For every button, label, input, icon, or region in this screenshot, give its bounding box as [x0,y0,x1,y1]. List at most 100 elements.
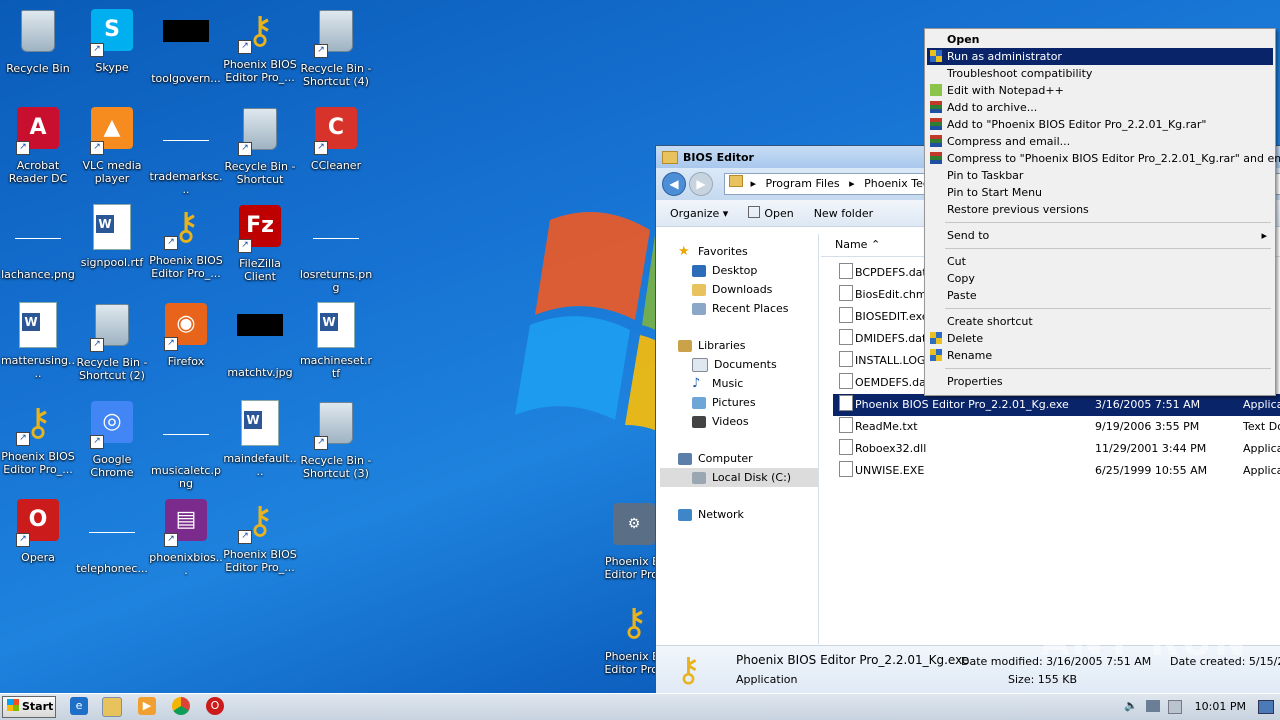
context-menu-item[interactable]: Compress and email... [927,133,1273,150]
desktop-icon[interactable]: O ↗ Opera [0,496,76,564]
context-menu-item[interactable]: Copy [927,270,1273,287]
desktop-icon[interactable]: Fz ↗ FileZilla Client [222,202,298,283]
desktop-icon[interactable]: ▤ ↗ phoenixbios... [148,496,224,577]
desktop-icon[interactable]: signpool.rtf [74,202,150,269]
context-menu-item[interactable]: Restore previous versions [927,201,1273,218]
context-menu-item[interactable]: Create shortcut [927,313,1273,330]
context-menu-item[interactable]: Compress to "Phoenix BIOS Editor Pro_2.2… [927,150,1280,167]
desktop-icon[interactable]: S ↗ Skype [74,6,150,74]
network-tray-icon[interactable] [1146,700,1160,712]
new-folder-button[interactable]: New folder [814,207,873,220]
context-menu-item[interactable]: Send to ▸ [927,227,1273,244]
back-button[interactable]: ◀ [662,172,686,196]
context-menu-item[interactable]: Cut [927,253,1273,270]
clock[interactable]: 10:01 PM [1195,700,1246,713]
music-icon: ♪ [692,375,701,391]
sort-up-icon: ⌃ [870,238,881,251]
context-menu-item[interactable]: Paste [927,287,1273,304]
desktop-icon-label: matterusing.... [0,354,76,380]
desktop-icon[interactable]: ↗ Recycle Bin - Shortcut [222,104,298,186]
menu-separator [945,248,1271,249]
desktop-icon[interactable]: trademarksc... [148,104,224,196]
nav-documents[interactable]: Documents [660,355,818,374]
desktop-icon[interactable]: ↗ Recycle Bin - Shortcut (4) [298,6,374,88]
recycle-bin-icon: ↗ [312,402,360,450]
desktop-icon[interactable]: ⚷ ↗ Phoenix BIOS Editor Pro_... [222,496,298,574]
desktop-icon[interactable]: telephonec... [74,496,150,575]
start-button[interactable]: Start [2,696,56,718]
nav-local-disk[interactable]: Local Disk (C:) [660,468,818,487]
show-desktop-icon[interactable] [1258,700,1274,714]
desktop-icon-label: Google Chrome [90,453,134,479]
internet-explorer-icon[interactable]: e [70,697,88,715]
file-row[interactable]: Phoenix BIOS Editor Pro_2.2.01_Kg.exe 3/1… [833,394,1280,416]
context-menu-item[interactable]: Rename [927,347,1273,364]
shortcut-arrow-icon: ↗ [238,142,252,156]
chevron-right-icon[interactable]: ▸ [849,177,855,190]
context-menu-item[interactable]: Pin to Start Menu [927,184,1273,201]
context-menu-item[interactable]: Delete [927,330,1273,347]
desktop-icon[interactable]: C ↗ CCleaner [298,104,374,172]
open-button[interactable]: Open [748,206,794,220]
context-menu-item[interactable]: Add to "Phoenix BIOS Editor Pro_2.2.01_K… [927,116,1273,133]
desktop-icon[interactable]: ↗ Recycle Bin - Shortcut (2) [74,300,150,382]
file-row[interactable]: ReadMe.txt 9/19/2006 3:55 PM Text Documer [833,416,1280,438]
desktop-icon[interactable]: matterusing.... [0,300,76,380]
file-row[interactable]: UNWISE.EXE 6/25/1999 10:55 AM Application [833,460,1280,482]
desktop-icon[interactable]: ⚷ ↗ Phoenix BIOS Editor Pro_... [222,6,298,84]
nav-music[interactable]: ♪ Music [660,374,818,393]
desktop-icon[interactable]: toolgovern... [148,6,224,85]
context-menu-item[interactable]: Add to archive... [927,99,1273,116]
context-menu-item[interactable]: Edit with Notepad++ [927,82,1273,99]
desktop-icon[interactable]: ⚷ ↗ Phoenix BIOS Editor Pro_... [0,398,76,476]
desktop-icon[interactable]: losreturns.png [298,202,374,294]
context-menu-item[interactable]: Run as administrator [927,48,1273,65]
nav-computer[interactable]: Computer [660,449,818,468]
forward-button[interactable]: ▶ [689,172,713,196]
nav-pictures[interactable]: Pictures [660,393,818,412]
desktop-icon[interactable]: Recycle Bin [0,6,76,75]
flag-icon[interactable] [1168,700,1182,714]
nav-recent[interactable]: Recent Places [660,299,818,318]
media-player-icon[interactable]: ▶ [138,697,156,715]
desktop-icon[interactable]: ◎ ↗ Google Chrome [74,398,150,479]
breadcrumb-item[interactable]: Program Files [766,177,840,190]
desktop-icon[interactable]: ⚷ ↗ Phoenix BIOS Editor Pro_... [148,202,224,280]
chevron-right-icon[interactable]: ▸ [751,177,757,190]
desktop-icon-label: Recycle Bin - Shortcut (2) [76,356,148,382]
context-menu-item[interactable]: Open [927,31,1273,48]
speaker-icon[interactable]: 🔈 [1124,699,1138,712]
nav-favorites[interactable]: ★ Favorites [660,242,818,261]
filezilla-icon: Fz ↗ [236,205,284,253]
nav-videos[interactable]: Videos [660,412,818,431]
desktop-icon[interactable]: musicaletc.png [148,398,224,490]
image-thumb-icon [14,216,62,264]
desktop-icon[interactable]: matchtv.jpg [222,300,298,379]
file-explorer-icon[interactable] [102,697,122,717]
desktop-icon[interactable]: lachance.png [0,202,76,281]
organize-button[interactable]: Organize ▾ [670,207,728,220]
desktop-icon[interactable]: maindefault.... [222,398,298,478]
context-menu-item[interactable]: Troubleshoot compatibility [927,65,1273,82]
context-menu-item[interactable]: Pin to Taskbar [927,167,1273,184]
shortcut-arrow-icon: ↗ [238,40,252,54]
file-icon [839,307,853,323]
desktop-icon[interactable]: ◉ ↗ Firefox [148,300,224,368]
recent-places-icon [692,302,706,315]
desktop-icon[interactable]: ↗ Recycle Bin - Shortcut (3) [298,398,374,480]
desktop-icon[interactable]: machineset.rtf [298,300,374,380]
nav-desktop[interactable]: Desktop [660,261,818,280]
file-row[interactable]: Roboex32.dll 11/29/2001 3:44 PM Applicatio… [833,438,1280,460]
nav-network[interactable]: Network [660,505,818,524]
desktop-icon[interactable]: ▲ ↗ VLC media player [74,104,150,185]
file-name: BIOSEDIT.exe [855,310,929,323]
opera-icon[interactable]: O [206,697,224,715]
nav-downloads[interactable]: Downloads [660,280,818,299]
menu-separator [945,222,1271,223]
winrar-icon: ▤ ↗ [162,499,210,547]
nav-libraries[interactable]: Libraries [660,336,818,355]
desktop-icon[interactable]: A ↗ Acrobat Reader DC [0,104,76,185]
desktop-icon-label: Recycle Bin [6,62,70,75]
chrome-icon[interactable] [172,697,190,715]
context-menu-item[interactable]: Properties [927,373,1273,390]
